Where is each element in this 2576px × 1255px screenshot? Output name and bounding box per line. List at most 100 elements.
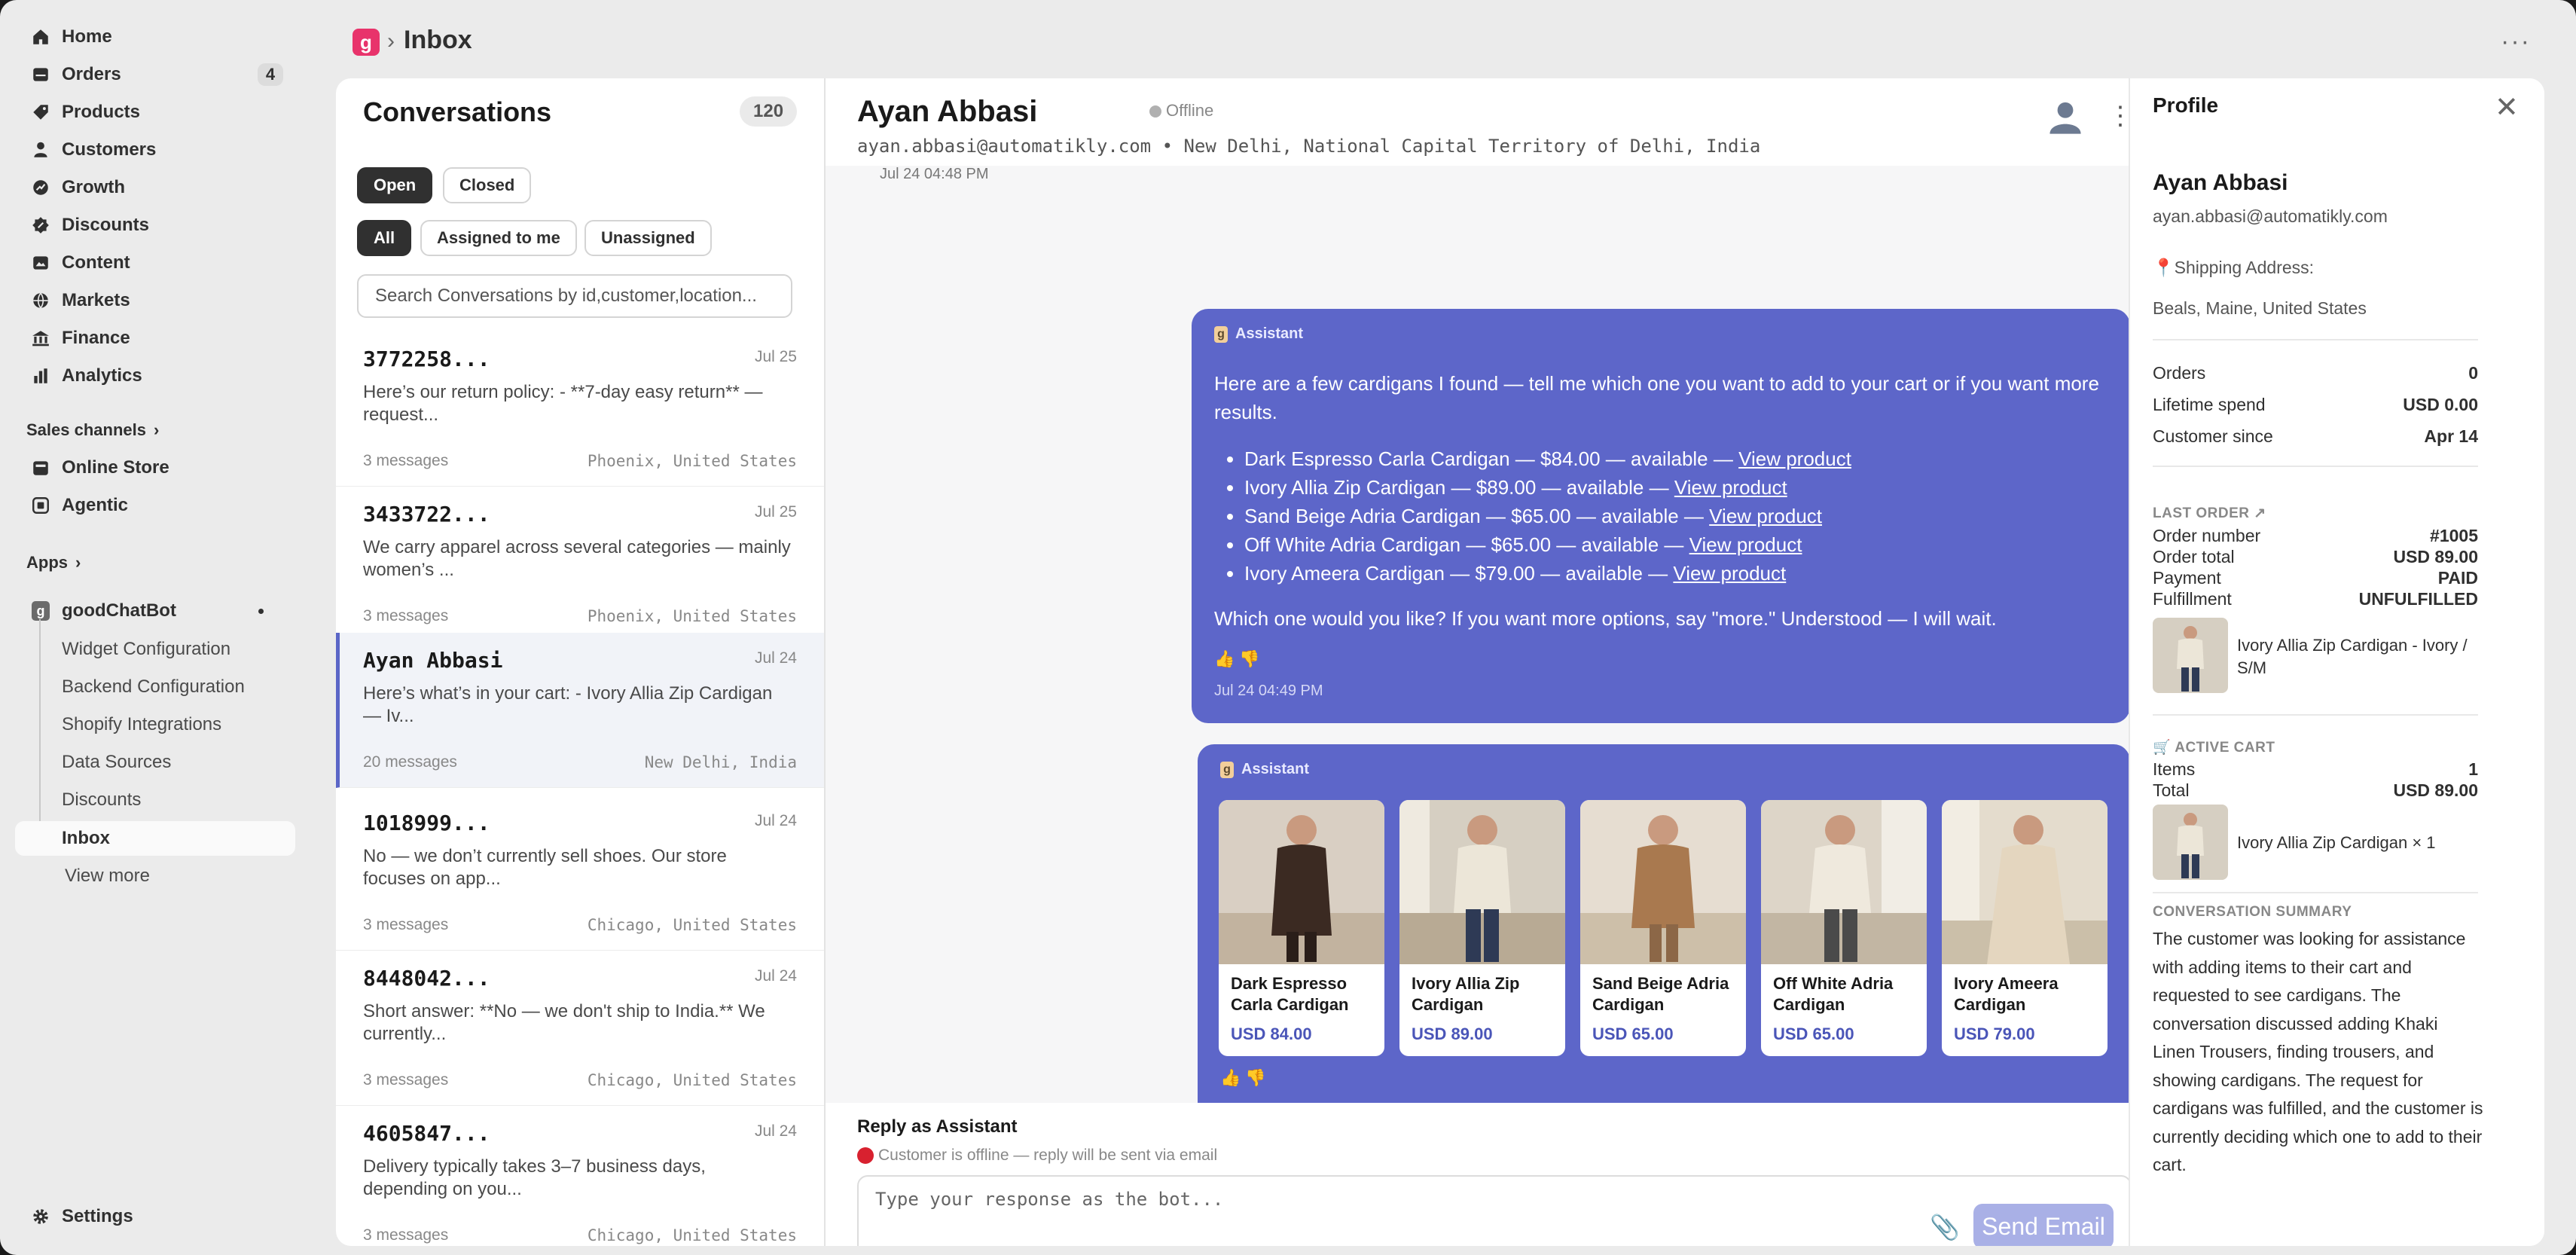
filter-open-button[interactable]: Open [357,167,433,203]
view-product-link[interactable]: View product [1709,505,1822,527]
conversation-list-item[interactable]: 3772258... Jul 25 Here’s our return poli… [336,331,824,487]
gear-icon [26,1202,56,1232]
product-card[interactable]: Off White Adria Cardigan USD 65.00 [1761,800,1927,1056]
product-card[interactable]: Ivory Ameera Cardigan USD 79.00 [1942,800,2107,1056]
filter-closed-button[interactable]: Closed [443,167,532,203]
conversation-message-count: 3 messages [363,1071,449,1089]
sidebar-sub-inbox[interactable]: Inbox [15,821,295,856]
order-number-row: Order number #1005 [2153,526,2478,546]
fulfillment-row: Fulfillment UNFULFILLED [2153,589,2478,609]
message-sender: g Assistant [1214,325,1303,343]
order-value: UNFULFILLED [2358,589,2478,609]
sidebar-sub-shopify-integrations[interactable]: Shopify Integrations [62,707,295,742]
app-logo-icon[interactable]: g [353,29,380,56]
sidebar-item-customers[interactable]: Customers [14,133,295,167]
sidebar-sub-widget-configuration[interactable]: Widget Configuration [62,632,295,667]
conversation-message-count: 3 messages [363,452,449,469]
product-card[interactable]: Dark Espresso Carla Cardigan USD 84.00 [1219,800,1384,1056]
assistant-product-carousel-bubble: g Assistant Dark Espresso Carla Cardigan … [1198,744,2129,1103]
tag-icon [26,97,56,127]
bar-chart-icon [26,361,56,391]
home-icon [26,22,56,52]
customer-status: Offline [1166,101,1214,120]
message-thread: Jul 24 04:48 PM g Assistant Here are a fe… [826,166,2129,1103]
paperclip-icon[interactable]: 📎 [1930,1213,1960,1241]
conversation-list-item[interactable]: 8448042... Jul 24 Short answer: **No — w… [336,951,824,1106]
stat-label: Orders [2153,363,2206,383]
view-product-link[interactable]: View product [1738,447,1851,470]
filter-assigned-to-me-button[interactable]: Assigned to me [420,220,577,256]
bank-icon [26,323,56,353]
filter-all-button[interactable]: All [357,220,412,256]
sidebar-item-label: Agentic [62,495,129,515]
conversation-preview: Delivery typically takes 3–7 business da… [363,1156,706,1199]
product-list-item: Sand Beige Adria Cardigan — $65.00 — ava… [1244,502,1851,530]
thumbs-down-icon[interactable]: 👎 [1245,1068,1270,1087]
sidebar-item-online-store[interactable]: Online Store [14,450,295,485]
thumbs-down-icon[interactable]: 👎 [1239,649,1264,668]
sidebar-item-agentic[interactable]: Agentic [14,488,295,523]
view-product-link[interactable]: View product [1689,533,1802,556]
reply-input[interactable]: Type your response as the bot... [875,1189,1223,1210]
view-product-link[interactable]: View product [1674,476,1787,499]
profile-title: Profile [2153,93,2219,117]
sidebar-item-growth[interactable]: Growth [14,170,295,205]
view-product-link[interactable]: View product [1673,562,1786,585]
sidebar: Home Orders 4 Products Customers Growth … [0,0,328,1255]
sidebar-item-label: Home [62,26,112,47]
conversation-id: 4605847... [363,1121,490,1146]
conversation-location: Phoenix, United States [587,452,797,470]
close-icon[interactable]: ✕ [2495,90,2519,124]
sidebar-item-markets[interactable]: Markets [14,283,295,318]
filter-unassigned-button[interactable]: Unassigned [584,220,712,256]
conversation-list-item[interactable]: 1018999... Jul 24 No — we don’t currentl… [336,795,824,951]
order-value: #1005 [2430,526,2478,545]
conversation-list-item[interactable]: 3433722... Jul 25 We carry apparel acros… [336,487,824,642]
dot-icon [258,609,264,614]
conversation-location: Chicago, United States [587,1226,797,1244]
last-order-heading[interactable]: LAST ORDER ↗ [2153,505,2266,522]
cart-items-row: Items 1 [2153,759,2478,780]
product-card[interactable]: Ivory Allia Zip Cardigan USD 89.00 [1399,800,1565,1056]
more-options-icon[interactable]: ··· [2501,27,2531,56]
message-sender: g Assistant [1220,761,1309,778]
apps-heading[interactable]: Apps › [26,553,81,573]
sidebar-item-goodchatbot[interactable]: g goodChatBot [14,594,295,628]
user-profile-icon[interactable] [2046,98,2085,137]
feedback-reactions: 👍👎 [1220,1068,1271,1088]
sidebar-item-content[interactable]: Content [14,246,295,280]
thumbs-up-icon[interactable]: 👍 [1220,1068,1245,1087]
product-name: Off White Adria Cardigan [1773,974,1894,1014]
feedback-reactions: 👍👎 [1214,649,1265,669]
sidebar-item-settings[interactable]: Settings [14,1199,295,1234]
cart-label: Total [2153,780,2190,800]
sidebar-item-products[interactable]: Products [14,95,295,130]
thumbs-up-icon[interactable]: 👍 [1214,649,1239,668]
sales-channels-heading[interactable]: Sales channels › [26,420,159,440]
sidebar-item-label: Settings [62,1206,133,1226]
send-email-button[interactable]: Send Email [1973,1204,2114,1246]
sidebar-sub-backend-configuration[interactable]: Backend Configuration [62,670,295,704]
active-cart-heading: 🛒 ACTIVE CART [2153,740,2275,756]
sidebar-item-orders[interactable]: Orders 4 [14,57,295,92]
sidebar-sub-data-sources[interactable]: Data Sources [62,745,295,780]
order-item-thumbnail [2153,618,2228,693]
order-label: Order number [2153,526,2261,545]
red-circle-icon [857,1147,874,1164]
conversation-list-item[interactable]: 4605847... Jul 24 Delivery typically tak… [336,1106,824,1246]
sidebar-sub-discounts[interactable]: Discounts [62,783,295,817]
sidebar-item-discounts[interactable]: Discounts [14,208,295,243]
chat-customer-details: ayan.abbasi@automatikly.com • New Delhi,… [857,136,1761,157]
cart-item-name: Ivory Allia Zip Cardigan × 1 [2237,833,2436,852]
sidebar-item-home[interactable]: Home [14,20,295,54]
sidebar-item-finance[interactable]: Finance [14,321,295,356]
top-bar: g › Inbox ··· [328,0,2576,78]
search-conversations-input[interactable]: Search Conversations by id,customer,loca… [357,274,792,318]
sidebar-item-analytics[interactable]: Analytics [14,359,295,393]
view-more-link[interactable]: View more [65,859,298,893]
sidebar-sub-label: Data Sources [62,752,172,772]
shipping-address-label: 📍Shipping Address: [2153,258,2315,277]
product-card[interactable]: Sand Beige Adria Cardigan USD 65.00 [1580,800,1746,1056]
conversation-list-item-selected[interactable]: Ayan Abbasi Jul 24 Here’s what’s in your… [336,633,824,788]
product-image [1399,800,1565,964]
